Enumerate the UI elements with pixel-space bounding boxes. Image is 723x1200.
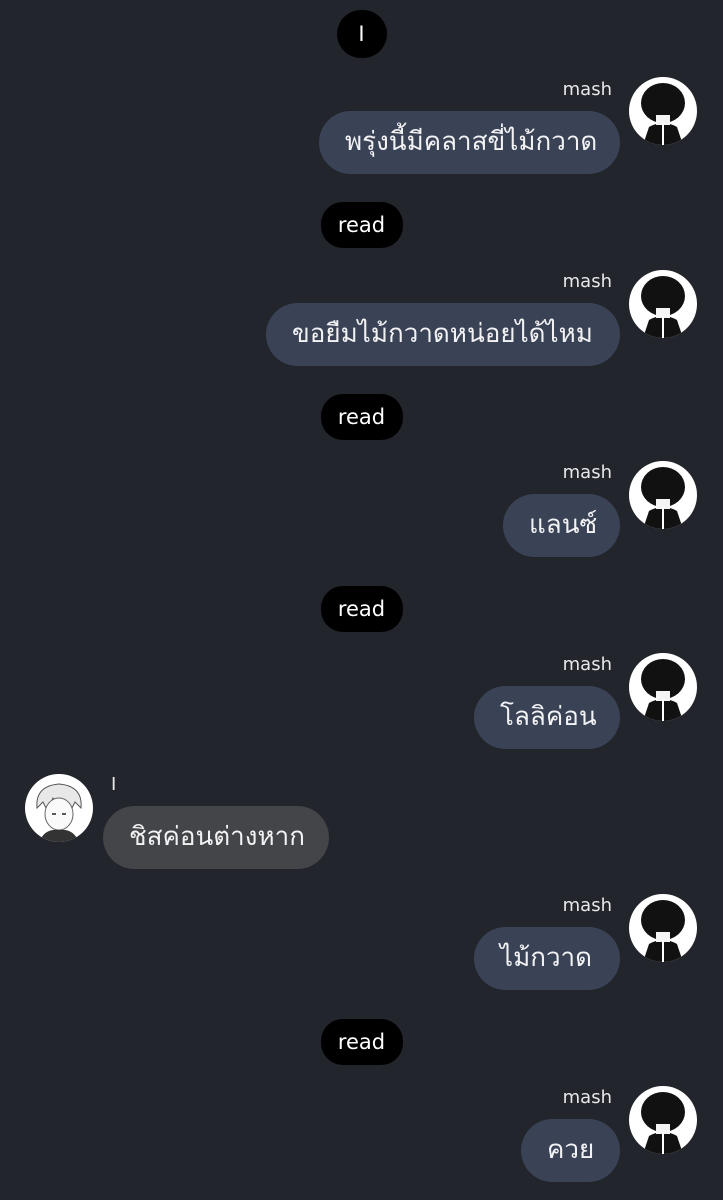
read-receipt-badge: read [320,1019,403,1065]
read-receipt-badge: read [320,394,403,440]
message-bubble[interactable]: โลลิค่อน [474,686,620,749]
mash-avatar-icon[interactable] [629,653,697,721]
sender-name: mash [562,462,612,483]
message-bubble[interactable]: ควย [521,1119,620,1182]
message-bubble[interactable]: ขอยืมไม้กวาดหน่อยได้ไหม [266,303,620,366]
sender-name: mash [562,79,612,100]
sender-name: mash [562,654,612,675]
white-haired-avatar-icon[interactable] [25,774,93,842]
mash-avatar-icon[interactable] [629,461,697,529]
mash-avatar-icon[interactable] [629,270,697,338]
message-bubble[interactable]: ไม้กวาด [474,927,620,990]
mash-avatar-icon[interactable] [629,1086,697,1154]
message-bubble[interactable]: พรุ่งนี้มีคลาสขี่ไม้กวาด [319,111,620,174]
sender-name: I [111,774,117,795]
sender-name: mash [562,1087,612,1108]
message-bubble[interactable]: แลนซ์ [503,494,620,557]
read-receipt-badge: read [320,586,403,632]
sender-name: mash [562,895,612,916]
mash-avatar-icon[interactable] [629,77,697,145]
sender-name: mash [562,271,612,292]
top-status-badge: I [336,10,387,58]
mash-avatar-icon[interactable] [629,894,697,962]
message-bubble[interactable]: ชิสค่อนต่างหาก [103,806,329,869]
read-receipt-badge: read [320,202,403,248]
